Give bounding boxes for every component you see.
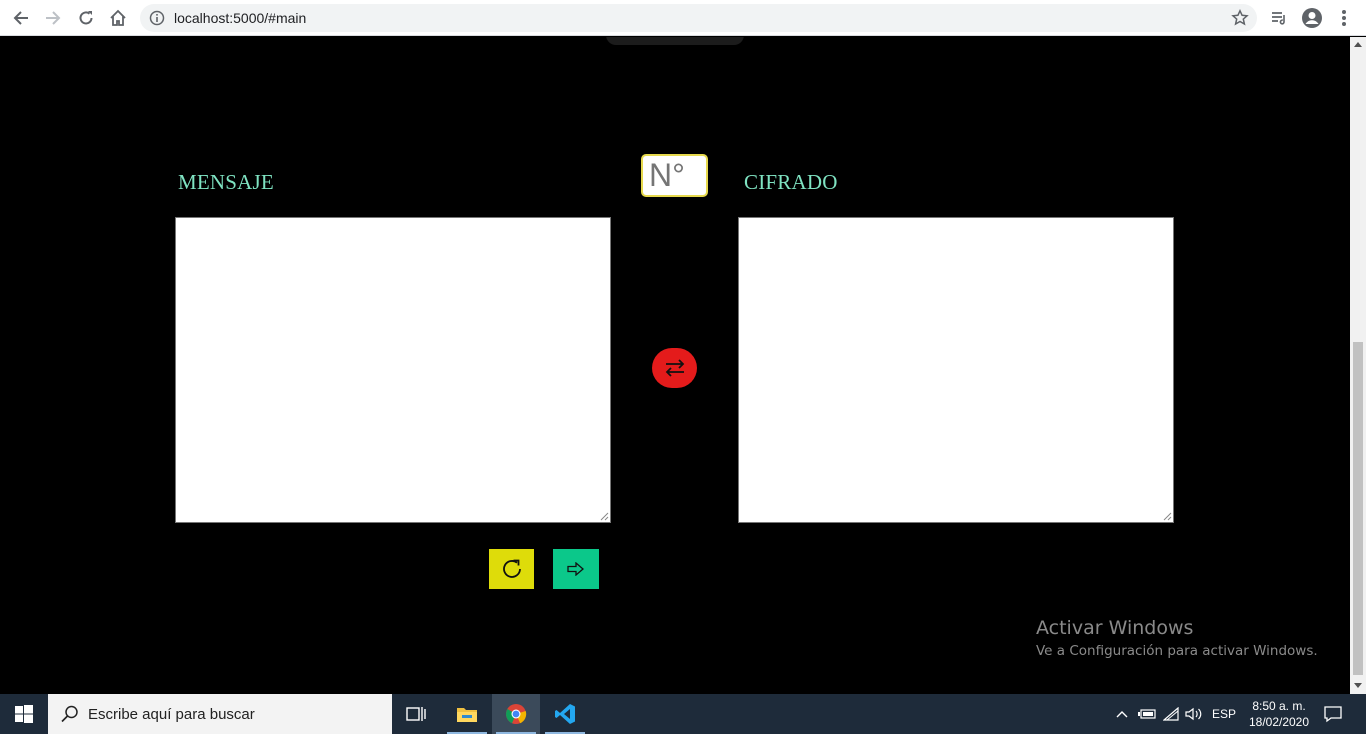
chevron-up-icon xyxy=(1116,711,1128,718)
profile-button[interactable] xyxy=(1300,6,1324,30)
taskbar-search[interactable]: Escribe aquí para buscar xyxy=(48,694,392,734)
message-textarea[interactable] xyxy=(175,217,611,523)
vscode-icon xyxy=(555,704,575,724)
scroll-thumb[interactable] xyxy=(1353,342,1363,675)
wifi-icon xyxy=(1163,707,1179,721)
search-placeholder: Escribe aquí para buscar xyxy=(88,706,255,723)
battery-icon xyxy=(1138,709,1156,719)
watermark-subtitle: Ve a Configuración para activar Windows. xyxy=(1036,643,1318,659)
browser-toolbar: localhost:5000/#main xyxy=(0,0,1366,36)
swap-button[interactable] xyxy=(652,348,697,388)
address-bar[interactable]: localhost:5000/#main xyxy=(140,4,1257,32)
arrow-left-icon xyxy=(13,11,28,25)
folder-icon xyxy=(457,708,477,722)
network-button[interactable] xyxy=(1160,694,1182,734)
arrow-right-icon xyxy=(46,11,61,25)
page-content: MENSAJE CIFRADO Activar Windows Ve a Con… xyxy=(0,37,1350,694)
resize-grip-icon[interactable] xyxy=(1162,511,1172,521)
reading-list-button[interactable] xyxy=(1267,6,1291,30)
scroll-down-icon[interactable] xyxy=(1354,683,1362,688)
clock[interactable]: 8:50 a. m. 18/02/2020 xyxy=(1242,698,1316,730)
scroll-up-icon[interactable] xyxy=(1354,42,1362,47)
vscode-taskbar-button[interactable] xyxy=(541,694,589,734)
back-button[interactable] xyxy=(9,6,33,30)
page-scrollbar[interactable] xyxy=(1350,37,1366,694)
start-button[interactable] xyxy=(0,694,48,734)
reload-button[interactable] xyxy=(74,6,98,30)
cipher-label: CIFRADO xyxy=(744,170,838,194)
home-button[interactable] xyxy=(106,6,130,30)
playlist-icon xyxy=(1272,12,1285,25)
file-explorer-button[interactable] xyxy=(443,694,491,734)
encrypt-button[interactable] xyxy=(553,549,599,589)
windows-taskbar: Escribe aquí para buscar ESP 8:50 a. m. … xyxy=(0,694,1366,734)
more-vert-icon xyxy=(1342,10,1346,26)
speaker-icon xyxy=(1185,707,1202,721)
task-view-button[interactable] xyxy=(392,694,440,734)
resize-grip-icon[interactable] xyxy=(599,511,609,521)
arrow-forward-icon xyxy=(567,562,584,576)
reload-icon xyxy=(79,11,93,25)
url-text: localhost:5000/#main xyxy=(174,10,307,26)
site-info-icon[interactable] xyxy=(149,10,165,31)
home-icon xyxy=(110,9,126,26)
battery-button[interactable] xyxy=(1136,694,1158,734)
cipher-textarea[interactable] xyxy=(738,217,1174,523)
bookmark-star-icon[interactable] xyxy=(1231,9,1249,32)
shift-number-input[interactable] xyxy=(641,154,708,197)
account-icon xyxy=(1302,8,1322,28)
search-icon xyxy=(61,705,78,723)
clock-date: 18/02/2020 xyxy=(1248,715,1310,729)
watermark-title: Activar Windows xyxy=(1036,617,1194,639)
reset-button[interactable] xyxy=(489,549,534,589)
action-center-button[interactable] xyxy=(1320,694,1346,734)
volume-button[interactable] xyxy=(1182,694,1206,734)
refresh-icon xyxy=(502,559,521,578)
swap-arrows-icon xyxy=(665,359,684,377)
language-indicator[interactable]: ESP xyxy=(1210,694,1238,734)
show-hidden-icons-button[interactable] xyxy=(1114,694,1130,734)
menu-button[interactable] xyxy=(1332,6,1356,30)
windows-activation-watermark: Activar Windows Ve a Configuración para … xyxy=(1036,617,1318,659)
windows-logo-icon xyxy=(15,705,33,723)
clock-time: 8:50 a. m. xyxy=(1252,699,1306,713)
chrome-taskbar-button[interactable] xyxy=(492,694,540,734)
forward-button[interactable] xyxy=(41,6,65,30)
chrome-icon xyxy=(506,704,527,724)
message-label: MENSAJE xyxy=(178,170,274,194)
top-nav-tab xyxy=(606,37,744,45)
notification-icon xyxy=(1324,706,1342,723)
task-view-icon xyxy=(406,707,426,721)
